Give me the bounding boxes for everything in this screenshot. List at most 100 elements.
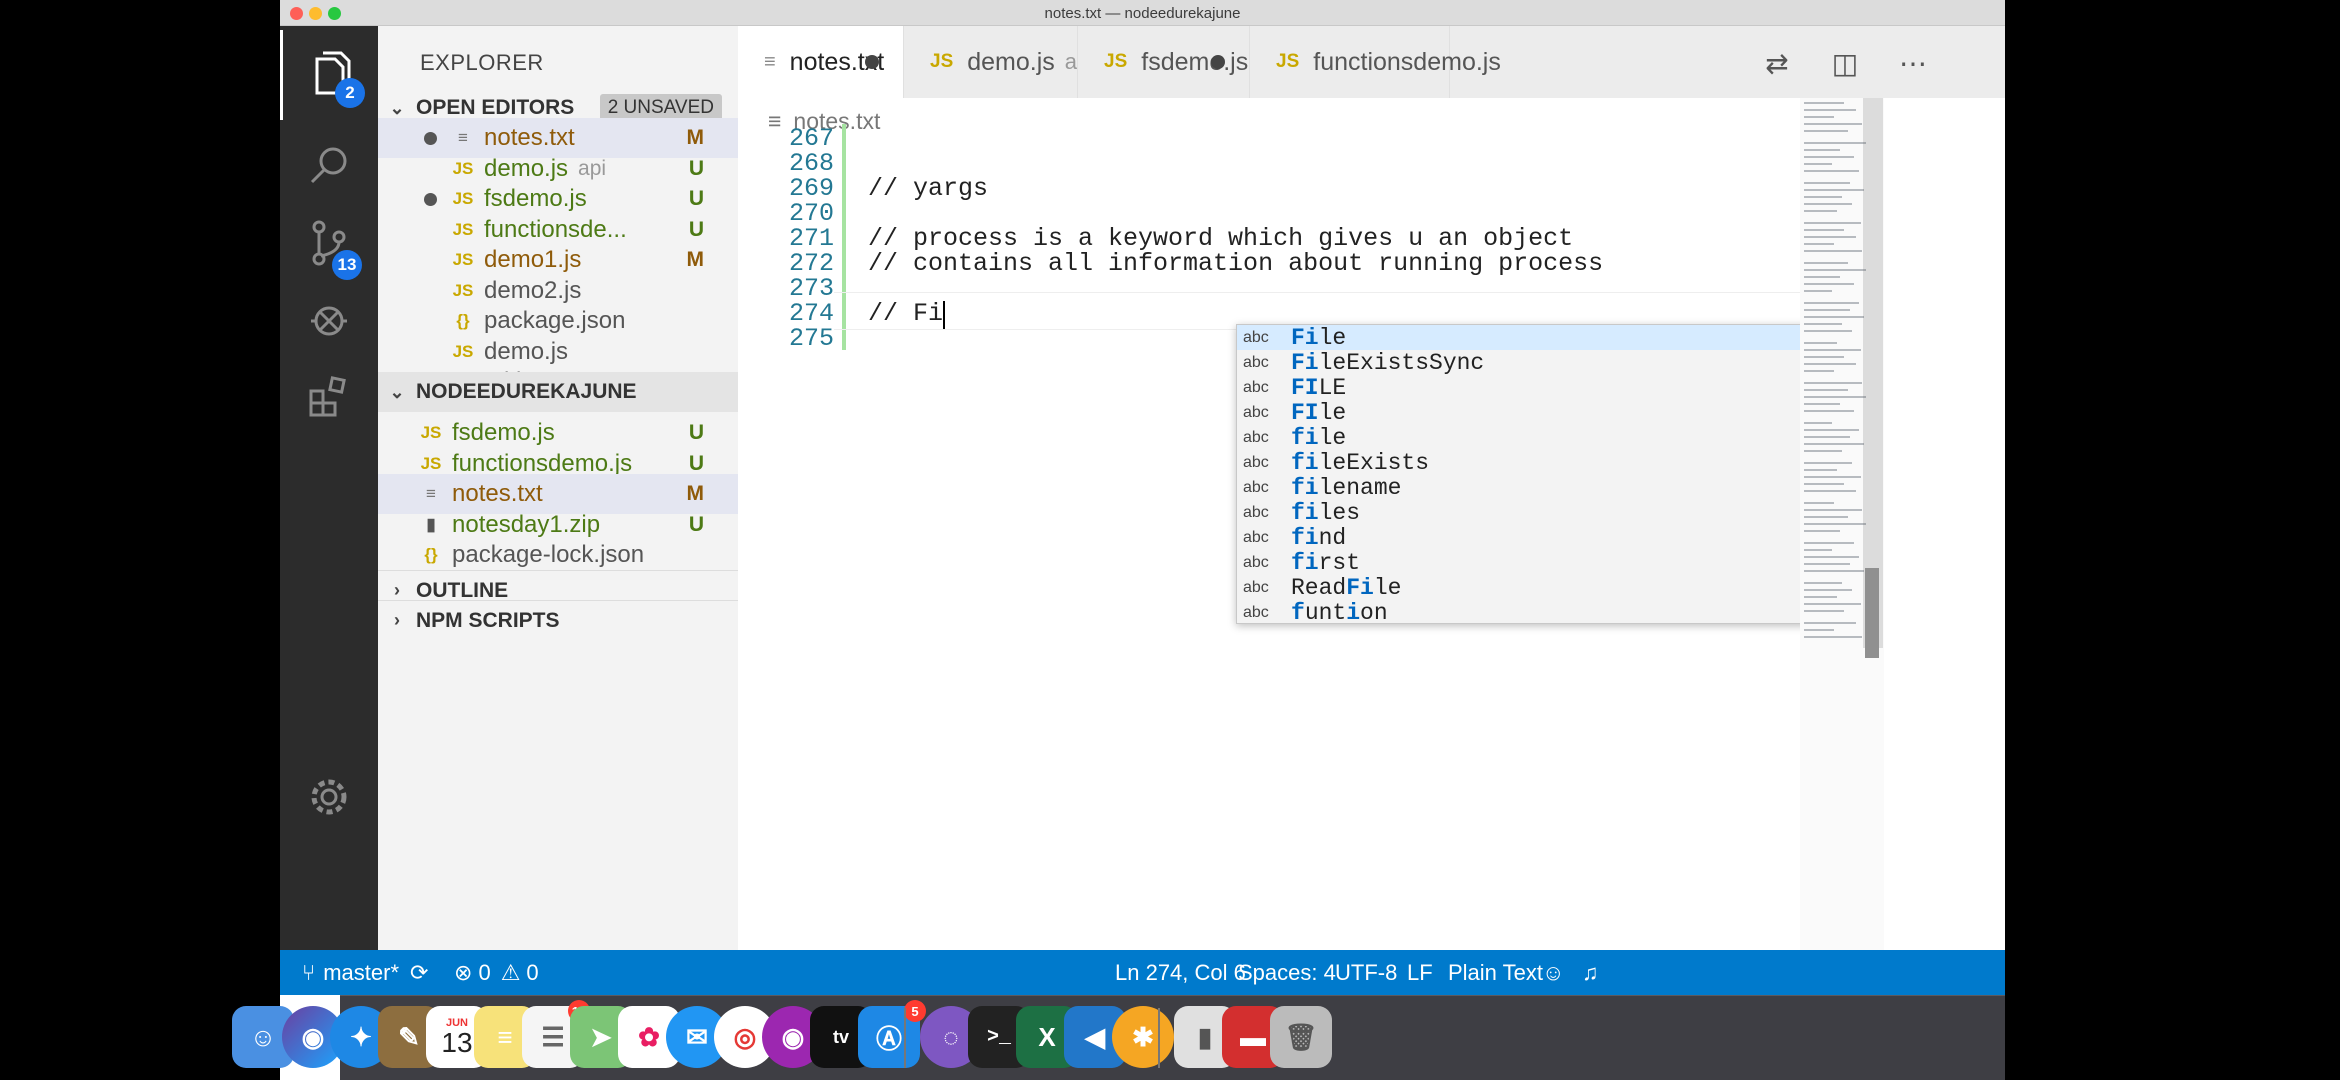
minimap-line xyxy=(1804,490,1856,492)
minimap-line xyxy=(1804,542,1854,544)
debug-icon xyxy=(311,306,347,336)
sync-icon[interactable]: ⟳ xyxy=(410,950,428,995)
chevron-right-icon: › xyxy=(394,610,400,630)
branch-name: master* xyxy=(323,959,399,985)
suggestion-item[interactable]: abc fi lename xyxy=(1237,474,1817,501)
split-editor-icon[interactable]: ◫ xyxy=(1828,46,1862,80)
minimap-line xyxy=(1804,262,1848,264)
javascript-file-icon: JS xyxy=(452,280,474,300)
minimap-line xyxy=(1804,410,1854,412)
encoding-status[interactable]: UTF-8 xyxy=(1335,950,1397,995)
suggestion-item[interactable]: abc fi les xyxy=(1237,499,1817,526)
suggestion-item[interactable]: abc fi nd xyxy=(1237,524,1817,551)
workspace-file-item[interactable]: {} package-lock.json xyxy=(378,535,738,575)
workspace-label: NODEEDUREKAJUNE xyxy=(416,380,637,403)
cursor-position[interactable]: Ln 274, Col 6 xyxy=(1115,950,1246,995)
extensions-activity[interactable] xyxy=(280,352,378,442)
tab-label: demo.js xyxy=(967,47,1055,76)
unsaved-dot-icon[interactable] xyxy=(424,192,437,206)
suggestion-text: Read xyxy=(1291,574,1347,601)
git-status-badge: U xyxy=(688,451,704,475)
code-line: // yargs xyxy=(868,174,989,203)
suggestion-item[interactable]: abc fi leExists xyxy=(1237,449,1817,476)
minimap-line xyxy=(1804,283,1854,285)
explorer-title: EXPLORER xyxy=(420,50,544,75)
line-number: 275 xyxy=(788,324,834,353)
minimap-line xyxy=(1804,462,1852,464)
javascript-file-icon: JS xyxy=(1104,51,1128,72)
problems-status[interactable]: ⊗ 0 ⚠ 0 xyxy=(454,950,539,995)
editor-tab[interactable]: JSdemo.jsapi xyxy=(904,26,1094,98)
suggestion-item[interactable]: abc FI LE xyxy=(1237,375,1817,401)
minimap-line xyxy=(1804,210,1837,212)
open-changes-icon[interactable]: ⇄ xyxy=(1760,46,1794,80)
suggestion-match: fi xyxy=(1291,474,1319,501)
minimap-line xyxy=(1804,603,1861,605)
vertical-scrollbar[interactable] xyxy=(1863,98,1883,658)
npm-scripts-header[interactable]: › NPM SCRIPTS xyxy=(378,600,738,640)
minimap-line xyxy=(1804,443,1864,445)
word-kind-label: abc xyxy=(1243,378,1269,396)
explorer-activity[interactable]: 2 xyxy=(280,30,378,120)
minimap-line xyxy=(1804,436,1850,438)
git-status-badge: U xyxy=(688,187,704,210)
outline-label: OUTLINE xyxy=(416,578,509,602)
unsaved-dot-icon[interactable] xyxy=(1211,55,1225,69)
macos-dock: ☺ ◉ ✦ ✎ JUN 13 ≡ ☰12 ➤ ✿ ✉ ◎ ◉ tv Ⓐ5 ◌ >… xyxy=(232,995,2005,1080)
word-kind-label: abc xyxy=(1243,353,1269,371)
suggestion-text: on xyxy=(1360,599,1388,624)
suggestion-item[interactable]: abc fi le xyxy=(1237,425,1817,451)
unsaved-dot-icon[interactable] xyxy=(865,55,879,69)
text-cursor xyxy=(943,301,946,329)
branch-status[interactable]: ⑂ master* xyxy=(302,950,399,995)
file-description: api xyxy=(578,156,607,180)
app-store-icon[interactable]: Ⓐ 5 xyxy=(858,1000,926,1068)
minimap-line xyxy=(1804,149,1840,151)
indentation-status[interactable]: Spaces: 4 xyxy=(1238,950,1336,995)
language-mode[interactable]: Plain Text xyxy=(1448,950,1543,995)
workspace-header[interactable]: ⌄ NODEEDUREKAJUNE xyxy=(378,372,738,412)
scrollbar-thumb[interactable] xyxy=(1865,568,1879,658)
suggestion-match: Fi xyxy=(1291,349,1319,376)
flower-app-icon[interactable]: ✱ xyxy=(1112,1006,1174,1068)
minimap-line xyxy=(1804,582,1842,584)
suggestion-item[interactable]: abc FI le xyxy=(1237,400,1817,426)
minimap-line xyxy=(1804,530,1840,532)
suggestion-match: Fi xyxy=(1291,324,1319,351)
suggestion-text: leExists xyxy=(1318,449,1430,476)
suggestion-text: unt xyxy=(1304,599,1347,624)
json-file-icon: {} xyxy=(424,545,438,564)
suggestion-item[interactable]: abc Read Fi le xyxy=(1237,574,1817,601)
feedback-icon[interactable]: ☺ xyxy=(1542,950,1564,995)
suggestion-item[interactable]: abc Fi le xyxy=(1237,324,1817,351)
eol-status[interactable]: LF xyxy=(1407,950,1433,995)
editor-area: ≡notes.txtJSdemo.jsapiJSfsdemo.jsJSfunct… xyxy=(738,26,2005,950)
file-name: package-lock.json xyxy=(452,541,645,568)
npm-scripts-label: NPM SCRIPTS xyxy=(416,608,560,632)
activity-bar: 2 13 xyxy=(280,26,378,950)
suggestion-item[interactable]: abc fi rst xyxy=(1237,550,1817,576)
editor-tab[interactable]: JS functionsdemo.js xyxy=(1250,26,1501,98)
explorer-sidebar: EXPLORER ⌄ OPEN EDITORS 2 UNSAVED ≡ notes… xyxy=(378,26,738,950)
unsaved-dot-icon[interactable] xyxy=(424,131,437,145)
search-activity[interactable] xyxy=(280,120,378,210)
suggestion-text: nd xyxy=(1318,524,1347,551)
source-control-activity[interactable]: 13 xyxy=(280,198,378,288)
javascript-file-icon: JS xyxy=(420,453,442,473)
minimap-line xyxy=(1804,302,1859,304)
suggestion-item[interactable]: abc f unt i on xyxy=(1237,600,1817,624)
settings-activity[interactable] xyxy=(280,752,378,842)
editor-tab[interactable]: ≡ notes.txt xyxy=(738,26,904,98)
suggestion-match: fi xyxy=(1291,499,1319,526)
suggestion-item[interactable]: abc Fi leExistsSync xyxy=(1237,349,1817,376)
search-icon xyxy=(310,147,347,184)
notifications-bell-icon[interactable]: ♫ xyxy=(1582,950,1599,995)
explorer-badge: 2 xyxy=(335,78,365,108)
window-title: notes.txt — nodeedurekajune xyxy=(1044,5,1241,22)
minimap-line xyxy=(1804,396,1866,398)
editor-tab[interactable]: JS fsdemo.js xyxy=(1078,26,1250,98)
suggestion-text: le xyxy=(1373,574,1402,601)
trash-icon[interactable]: 🗑 xyxy=(1270,1006,1332,1068)
more-actions-icon[interactable]: ⋯ xyxy=(1896,46,1930,80)
minimap-line xyxy=(1804,476,1861,478)
